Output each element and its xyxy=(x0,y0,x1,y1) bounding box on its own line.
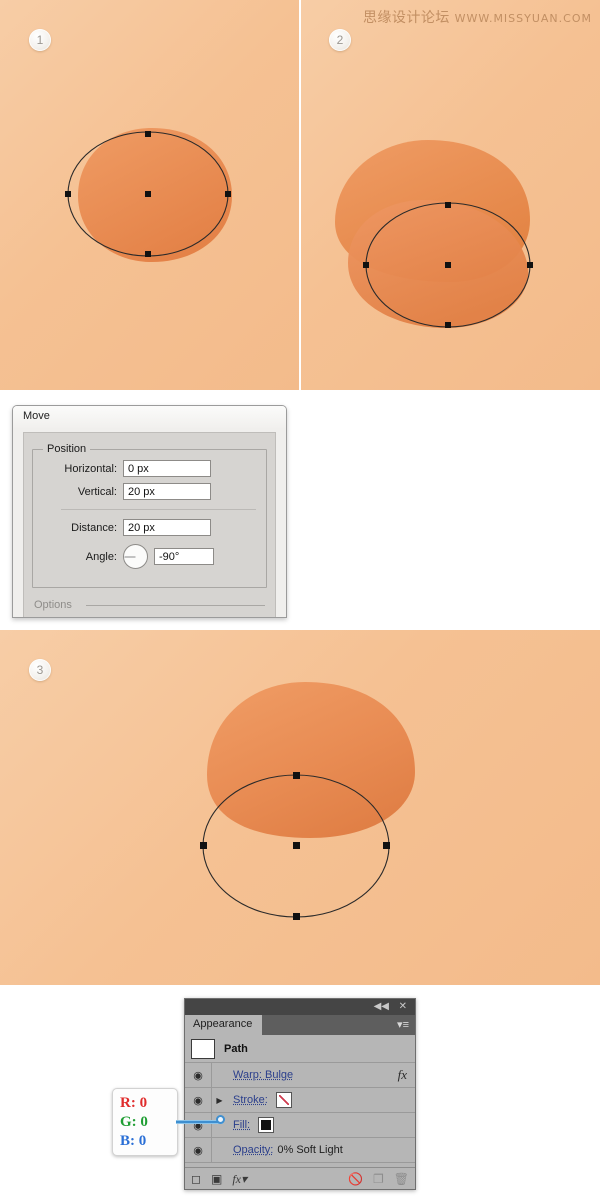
rgb-green-label: G: xyxy=(120,1114,137,1130)
duplicate-item-icon[interactable]: ❐ xyxy=(373,1173,384,1185)
appearance-row-stroke[interactable]: ◉ ▶ Stroke: xyxy=(185,1088,415,1113)
appearance-row-warp[interactable]: ◉ Warp: Bulge fx xyxy=(185,1063,415,1088)
tutorial-step-3-canvas: 3 xyxy=(0,630,600,985)
step2-artwork xyxy=(335,140,533,328)
move-dialog[interactable]: Move Position Horizontal: 0 px Vertical:… xyxy=(12,405,287,618)
watermark-cn: 思缘设计论坛 xyxy=(362,10,450,26)
rgb-blue-label: B: xyxy=(120,1133,135,1149)
step-badge-2: 2 xyxy=(329,29,351,51)
vertical-label: Vertical: xyxy=(77,485,117,498)
step3-artwork xyxy=(200,682,415,920)
screenshot-root: 1 2 思缘设计论坛 WWW.MISSYUAN.COM Move Positio… xyxy=(0,0,600,1200)
appearance-rows: Path ◉ Warp: Bulge fx ◉ ▶ Stroke: ◉ Fill… xyxy=(185,1035,415,1163)
target-thumbnail xyxy=(191,1038,215,1059)
target-title: Path xyxy=(224,1042,248,1055)
panel-menu-icon[interactable]: ▾≡ xyxy=(397,1018,409,1031)
step1-artwork xyxy=(65,128,232,262)
warp-bulge-label[interactable]: Warp: Bulge xyxy=(227,1069,293,1081)
visibility-eye-icon[interactable]: ◉ xyxy=(185,1088,212,1112)
options-fieldset-line xyxy=(86,605,265,606)
stroke-swatch[interactable] xyxy=(275,1092,292,1108)
fill-color-black-icon xyxy=(261,1120,272,1130)
distance-label: Distance: xyxy=(71,521,117,534)
add-new-stroke-icon[interactable]: ◻ xyxy=(191,1173,201,1185)
stroke-expand-arrow-icon[interactable]: ▶ xyxy=(212,1096,227,1105)
tutorial-step-2-canvas: 2 xyxy=(300,0,600,390)
rgb-red-row: R: 0 xyxy=(120,1094,177,1113)
rgb-callout: R: 0 G: 0 B: 0 xyxy=(112,1088,178,1156)
opacity-value: 0% Soft Light xyxy=(277,1144,343,1156)
angle-input[interactable]: -90° xyxy=(154,548,214,565)
fill-label[interactable]: Fill: xyxy=(227,1119,250,1131)
rgb-green-row: G: 0 xyxy=(120,1113,177,1132)
callout-connector-dot xyxy=(216,1115,225,1124)
rgb-green-value: 0 xyxy=(140,1114,148,1130)
appearance-panel-titlebar: ◀◀ ✕ xyxy=(185,999,415,1015)
appearance-bottom-toolbar: ◻ ▣ fx▾ 🚫 ❐ 🗑 xyxy=(185,1167,415,1189)
position-legend: Position xyxy=(43,443,91,455)
rgb-red-value: 0 xyxy=(139,1095,148,1111)
appearance-panel[interactable]: ◀◀ ✕ Appearance ▾≡ Path ◉ Warp: Bulge fx… xyxy=(184,998,416,1190)
tutorial-step-1-canvas: 1 xyxy=(0,0,300,390)
horizontal-label: Horizontal: xyxy=(64,462,117,475)
angle-dial-needle xyxy=(124,556,136,557)
visibility-eye-icon[interactable]: ◉ xyxy=(185,1138,212,1162)
collapse-icon[interactable]: ◀◀ xyxy=(374,1001,389,1013)
distance-row: Distance: 20 px xyxy=(41,519,258,536)
delete-item-icon[interactable]: 🗑 xyxy=(394,1173,409,1185)
watermark-url: WWW.MISSYUAN.COM xyxy=(454,12,592,25)
fieldset-separator xyxy=(61,509,256,510)
options-legend: Options xyxy=(34,599,72,611)
stroke-none-icon xyxy=(278,1095,289,1105)
fx-icon[interactable]: fx xyxy=(398,1067,415,1083)
horizontal-row: Horizontal: 0 px xyxy=(41,460,258,477)
rgb-red-label: R: xyxy=(120,1095,136,1111)
step-badge-1: 1 xyxy=(29,29,51,51)
rgb-blue-value: 0 xyxy=(138,1133,147,1149)
visibility-eye-icon[interactable]: ◉ xyxy=(185,1063,212,1087)
step-badge-3: 3 xyxy=(29,659,51,681)
add-new-fill-icon[interactable]: ▣ xyxy=(211,1173,222,1185)
distance-input[interactable]: 20 px xyxy=(123,519,211,536)
rgb-blue-row: B: 0 xyxy=(120,1132,177,1151)
opacity-label[interactable]: Opacity: xyxy=(227,1144,273,1156)
visibility-eye-icon[interactable]: ◉ xyxy=(185,1113,212,1137)
vertical-input[interactable]: 20 px xyxy=(123,483,211,500)
position-fieldset: Position Horizontal: 0 px Vertical: 20 p… xyxy=(32,443,267,588)
angle-dial[interactable] xyxy=(123,544,148,569)
watermark: 思缘设计论坛 WWW.MISSYUAN.COM xyxy=(363,7,592,27)
add-new-effect-icon[interactable]: fx▾ xyxy=(232,1173,247,1185)
tab-appearance[interactable]: Appearance xyxy=(185,1015,263,1035)
angle-label: Angle: xyxy=(85,550,117,563)
appearance-row-opacity[interactable]: ◉ Opacity: 0% Soft Light xyxy=(185,1138,415,1163)
horizontal-input[interactable]: 0 px xyxy=(123,460,211,477)
appearance-target-row: Path xyxy=(185,1035,415,1063)
vertical-row: Vertical: 20 px xyxy=(41,483,258,500)
panel-divider xyxy=(299,0,301,390)
stroke-label[interactable]: Stroke: xyxy=(227,1094,268,1106)
appearance-tabbar: Appearance ▾≡ xyxy=(185,1015,415,1035)
close-icon[interactable]: ✕ xyxy=(399,1001,407,1013)
move-dialog-title: Move xyxy=(13,406,286,428)
fill-swatch[interactable] xyxy=(258,1117,275,1133)
clear-appearance-icon[interactable]: 🚫 xyxy=(348,1173,363,1185)
angle-row: Angle: -90° xyxy=(41,544,258,569)
move-dialog-body: Position Horizontal: 0 px Vertical: 20 p… xyxy=(23,432,276,617)
